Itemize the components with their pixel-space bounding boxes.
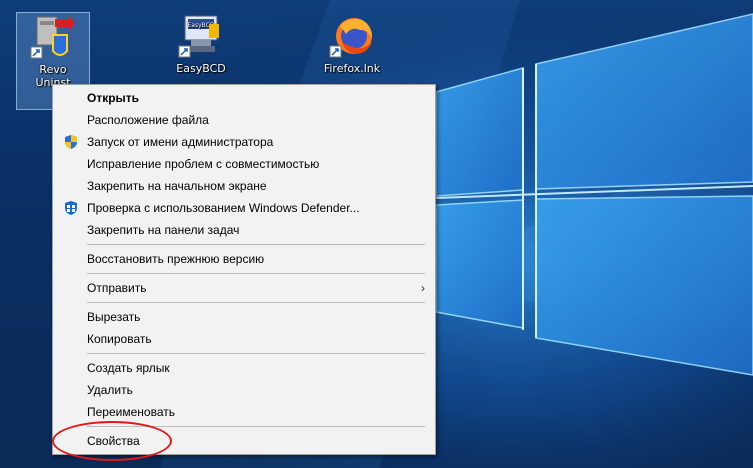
desktop-icon-label: EasyBCD <box>176 62 226 75</box>
menu-separator <box>87 353 425 354</box>
menu-item-label: Переименовать <box>87 405 175 419</box>
menu-separator <box>87 302 425 303</box>
menu-item-send-to[interactable]: Отправить › <box>53 277 435 299</box>
menu-item-open[interactable]: Открыть <box>53 87 435 109</box>
desktop-icon-easybcd[interactable]: EasyBCD EasyBCD <box>165 12 237 75</box>
menu-item-copy[interactable]: Копировать <box>53 328 435 350</box>
menu-item-label: Копировать <box>87 332 152 346</box>
menu-item-file-location[interactable]: Расположение файла <box>53 109 435 131</box>
revo-uninstaller-icon <box>29 13 77 61</box>
desktop-icon-label: Revo <box>39 63 67 76</box>
chevron-right-icon: › <box>421 281 425 295</box>
menu-item-pin-to-taskbar[interactable]: Закрепить на панели задач <box>53 219 435 241</box>
menu-item-label: Вырезать <box>87 310 141 324</box>
menu-item-label: Расположение файла <box>87 113 209 127</box>
menu-item-delete[interactable]: Удалить <box>53 379 435 401</box>
menu-item-label: Запуск от имени администратора <box>87 135 274 149</box>
highlight-annotation-ellipse <box>52 421 172 461</box>
menu-item-restore-previous-versions[interactable]: Восстановить прежнюю версию <box>53 248 435 270</box>
easybcd-icon: EasyBCD <box>177 12 225 60</box>
desktop-icon-label: Firefox.lnk <box>323 62 381 75</box>
menu-item-label: Восстановить прежнюю версию <box>87 252 265 266</box>
menu-item-label: Создать ярлык <box>87 361 170 375</box>
menu-item-label: Закрепить на начальном экране <box>87 179 267 193</box>
menu-item-label: Закрепить на панели задач <box>87 223 240 237</box>
menu-item-run-as-admin[interactable]: Запуск от имени администратора <box>53 131 435 153</box>
menu-item-label: Исправление проблем с совместимостью <box>87 157 320 171</box>
desktop: Revo Uninst k EasyBCD EasyBCD <box>0 0 753 468</box>
menu-item-label: Удалить <box>87 383 133 397</box>
menu-item-rename[interactable]: Переименовать <box>53 401 435 423</box>
windows-defender-icon <box>63 200 79 216</box>
menu-item-label: Открыть <box>87 91 140 105</box>
menu-item-troubleshoot-compatibility[interactable]: Исправление проблем с совместимостью <box>53 153 435 175</box>
menu-item-scan-windows-defender[interactable]: Проверка с использованием Windows Defend… <box>53 197 435 219</box>
menu-item-label: Проверка с использованием Windows Defend… <box>87 201 360 215</box>
context-menu: Открыть Расположение файла Запуск от име… <box>52 84 436 455</box>
menu-item-create-shortcut[interactable]: Создать ярлык <box>53 357 435 379</box>
uac-shield-icon <box>63 134 79 150</box>
menu-item-pin-to-start[interactable]: Закрепить на начальном экране <box>53 175 435 197</box>
menu-separator <box>87 244 425 245</box>
menu-separator <box>87 273 425 274</box>
desktop-icon-firefox[interactable]: Firefox.lnk <box>316 12 388 75</box>
menu-item-label: Отправить <box>87 281 147 295</box>
firefox-icon <box>328 12 376 60</box>
menu-item-cut[interactable]: Вырезать <box>53 306 435 328</box>
